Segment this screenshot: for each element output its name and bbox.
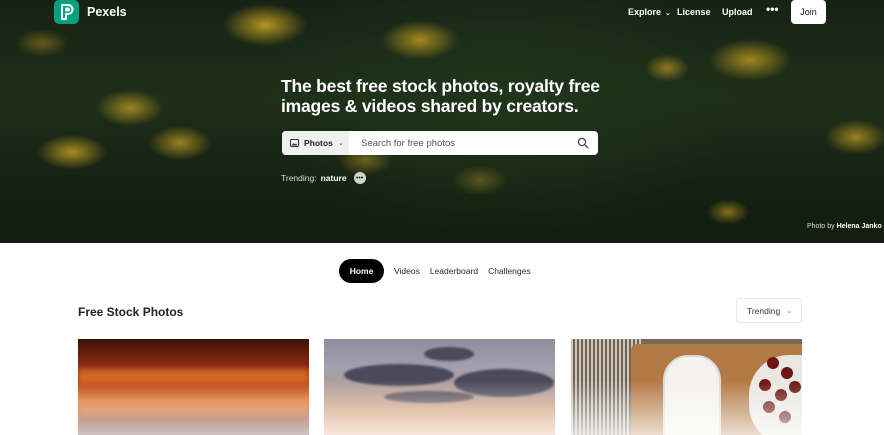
photo-credit[interactable]: Photo by Helena Janko <box>807 223 882 230</box>
hero-title: The best free stock photos, royalty free… <box>281 76 600 116</box>
hero-banner <box>0 0 884 243</box>
pexels-logo-icon[interactable] <box>54 0 79 24</box>
sort-dropdown[interactable]: Trending ⌄ <box>736 298 802 323</box>
content-tabs: Home Videos Leaderboard Challenges <box>339 259 541 283</box>
nav-license[interactable]: License <box>677 7 711 17</box>
join-button[interactable]: Join <box>791 0 826 24</box>
photo-card-sunset-fire[interactable] <box>78 339 309 435</box>
search-type-label: Photos <box>304 138 333 148</box>
hero-overlay <box>0 0 884 243</box>
photo-detail <box>759 379 771 391</box>
search-bar: Photos ⌄ <box>282 131 598 155</box>
photo-detail <box>763 401 775 413</box>
photo-detail <box>781 367 793 379</box>
photo-card-clouds[interactable] <box>324 339 555 435</box>
photo-detail <box>78 369 309 383</box>
chevron-down-icon: ⌄ <box>786 307 793 315</box>
photo-card-milk-cherries[interactable] <box>571 339 802 435</box>
photo-detail <box>779 411 791 423</box>
section-title: Free Stock Photos <box>78 305 184 319</box>
nav-explore[interactable]: Explore ⌄ <box>628 7 671 17</box>
trending-label: Trending: <box>281 173 317 183</box>
trending-row: Trending: nature ••• <box>281 172 366 184</box>
tab-leaderboard[interactable]: Leaderboard <box>430 266 478 276</box>
trending-more-icon[interactable]: ••• <box>353 172 366 184</box>
trending-term-link[interactable]: nature <box>321 173 347 183</box>
more-menu-icon[interactable]: ••• <box>766 2 779 16</box>
photo-credit-prefix: Photo by <box>807 223 835 230</box>
photo-credit-author: Helena Janko <box>836 223 882 230</box>
image-icon <box>290 139 299 147</box>
photo-detail <box>384 391 474 403</box>
chevron-down-icon: ⌄ <box>337 140 344 147</box>
sort-label: Trending <box>747 305 781 316</box>
photo-detail <box>775 389 787 401</box>
chevron-down-icon: ⌄ <box>665 10 671 17</box>
photo-detail <box>663 355 721 435</box>
tab-home[interactable]: Home <box>339 259 384 283</box>
photo-detail <box>789 381 801 393</box>
tab-challenges[interactable]: Challenges <box>488 266 531 276</box>
brand-name[interactable]: Pexels <box>87 5 127 19</box>
photo-detail <box>344 364 454 386</box>
photo-detail <box>454 369 554 397</box>
photo-detail <box>424 347 474 361</box>
search-icon[interactable] <box>577 137 589 149</box>
nav-upload[interactable]: Upload <box>722 7 753 17</box>
photo-detail <box>767 357 779 369</box>
photo-detail <box>78 401 309 415</box>
nav-explore-label: Explore <box>628 7 662 17</box>
search-type-dropdown[interactable]: Photos ⌄ <box>282 131 349 155</box>
tab-videos[interactable]: Videos <box>394 266 420 276</box>
search-input[interactable] <box>349 131 577 155</box>
